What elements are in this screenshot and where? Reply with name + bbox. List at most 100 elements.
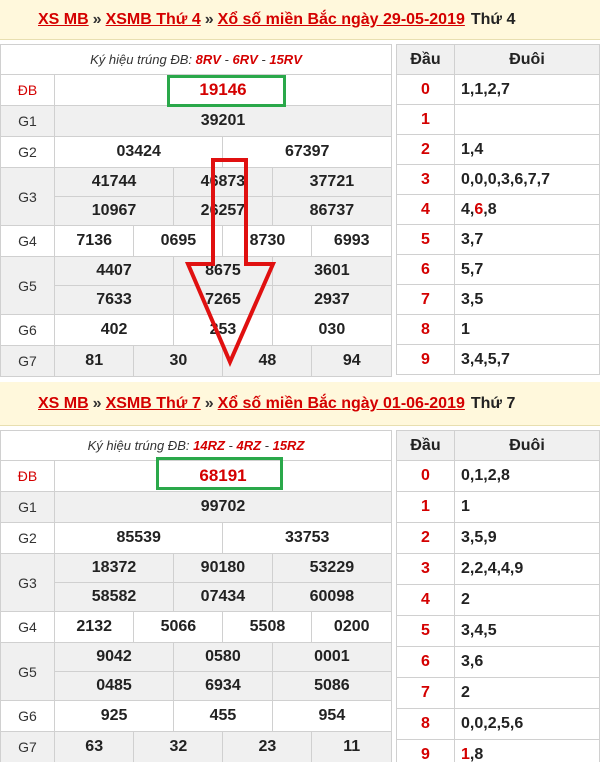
result-table: Ký hiệu trúng ĐB: 8RV - 6RV - 15RV ĐB 19… [0, 44, 393, 377]
xs-mb-link[interactable]: XS MB [38, 11, 89, 28]
draw-header: XS MB» XSMB Thứ 7» Xổ số miền Bắc ngày 01-… [0, 382, 600, 426]
prize-g4: 6993 [311, 225, 392, 257]
loto-tail: 0,1,2,8 [454, 460, 600, 492]
prize-g2: 03424 [53, 136, 224, 168]
prize-g5: 5086 [271, 671, 393, 701]
prize-label-g5: G5 [0, 642, 55, 701]
prize-label-g6: G6 [0, 314, 55, 346]
symbol-code: 6RV [232, 52, 258, 67]
prize-g3: 60098 [271, 582, 393, 612]
loto-head: 7 [396, 284, 455, 315]
prize-g3: 90180 [173, 553, 273, 583]
loto-head: 4 [396, 194, 455, 225]
prize-label-g1: G1 [0, 491, 55, 523]
loto-head-header: Đầu [396, 430, 455, 461]
breadcrumb-separator: » [204, 11, 214, 28]
xs-mb-link[interactable]: XS MB [38, 395, 89, 412]
prize-g6: 954 [271, 700, 393, 732]
prize-g3: 26257 [173, 196, 273, 226]
loto-table-2: Đầu Đuôi 0 0,1,2,8 11 2 3,5,9 3 2,2,4,4,9 4… [396, 430, 600, 762]
prize-g5: 2937 [271, 285, 393, 315]
loto-tail: 2 [454, 677, 600, 709]
draw-block-1: XS MB» XSMB Thứ 4» Xổ số miền Bắc ngày 29-… [0, 0, 600, 382]
loto-head: 2 [396, 522, 455, 554]
loto-tail: 2 [454, 584, 600, 616]
loto-tail: 4,6,8 [454, 194, 600, 225]
result-table-2: Ký hiệu trúng ĐB: 14RZ - 4RZ - 15RZ ĐB 6… [0, 430, 393, 762]
prize-g3: 18372 [53, 553, 175, 583]
symbol-label: Ký hiệu trúng ĐB: [87, 438, 190, 453]
loto-head: 9 [396, 344, 455, 375]
loto-head: 0 [396, 74, 455, 105]
xsmb-date-link[interactable]: Xổ số miền Bắc ngày 01-06-2019 [218, 395, 465, 412]
prize-label-g7: G7 [0, 345, 55, 377]
prize-label-g3: G3 [0, 167, 55, 226]
loto-tail-part: 4, [461, 200, 475, 218]
loto-tail: 1 [454, 314, 600, 345]
loto-tail: 0,0,2,5,6 [454, 708, 600, 740]
loto-tail-part: ,8 [483, 200, 497, 218]
prize-g7: 81 [53, 345, 135, 377]
breadcrumb-separator: » [92, 395, 102, 412]
symbol-separator: - [257, 52, 270, 67]
prize-g5: 7265 [173, 285, 273, 315]
special-prize: 68191 [54, 460, 392, 492]
xsmb-weekday-link[interactable]: XSMB Thứ 4 [106, 11, 201, 28]
symbol-code: 8RV [195, 52, 221, 67]
prize-g3: 07434 [173, 582, 273, 612]
prize-g4: 8730 [222, 225, 313, 257]
prize-g3: 10967 [53, 196, 175, 226]
xsmb-weekday-link[interactable]: XSMB Thứ 7 [106, 395, 201, 412]
loto-head: 0 [396, 460, 455, 492]
prize-label-g1: G1 [0, 105, 55, 137]
prize-g5: 4407 [53, 256, 175, 286]
prize-g4: 5066 [133, 611, 224, 643]
prize-g6: 253 [173, 314, 273, 346]
prize-g4: 0200 [311, 611, 392, 643]
loto-tail-part: ,8 [469, 746, 484, 762]
prize-g6: 030 [271, 314, 393, 346]
symbol-code: 14RZ [193, 438, 225, 453]
prize-g3: 41744 [53, 167, 175, 197]
loto-tail: 3,4,5,7 [454, 344, 600, 375]
prize-g5: 7633 [53, 285, 175, 315]
prize-g5: 8675 [173, 256, 273, 286]
prize-label-g6: G6 [0, 700, 55, 732]
prize-g5: 3601 [271, 256, 393, 286]
prize-label-g7: G7 [0, 731, 55, 762]
draw-header: XS MB» XSMB Thứ 4» Xổ số miền Bắc ngày 29-… [0, 0, 600, 40]
loto-tail: 3,5,9 [454, 522, 600, 554]
prize-g2: 85539 [53, 522, 224, 554]
breadcrumb-separator: » [92, 11, 102, 28]
loto-tail-header: Đuôi [454, 430, 600, 461]
loto-head: 6 [396, 646, 455, 678]
prize-label-g2: G2 [0, 522, 55, 554]
loto-tail: 3,5 [454, 284, 600, 315]
loto-head: 8 [396, 708, 455, 740]
prize-g1: 99702 [54, 491, 392, 523]
prize-g3: 46873 [173, 167, 273, 197]
loto-head: 9 [396, 739, 455, 762]
symbol-code: 4RZ [236, 438, 262, 453]
prize-label-g4: G4 [0, 225, 55, 257]
symbol-separator: - [224, 438, 237, 453]
loto-head: 1 [396, 491, 455, 523]
prize-g3: 58582 [53, 582, 175, 612]
loto-tail-highlight: 6 [474, 200, 484, 218]
prize-g3: 86737 [271, 196, 393, 226]
loto-tail: 3,4,5 [454, 615, 600, 647]
loto-tail: 1 [454, 491, 600, 523]
loto-tail: 1,1,2,7 [454, 74, 600, 105]
loto-tail [454, 104, 600, 135]
prize-g7: 94 [311, 345, 392, 377]
xsmb-date-link[interactable]: Xổ số miền Bắc ngày 29-05-2019 [218, 11, 465, 28]
prize-g6: 402 [53, 314, 175, 346]
symbol-code: 15RZ [272, 438, 305, 453]
prize-g2: 33753 [222, 522, 392, 554]
prize-label-g2: G2 [0, 136, 55, 168]
prize-g7: 11 [311, 731, 392, 762]
loto-head: 4 [396, 584, 455, 616]
loto-tail: 3,7 [454, 224, 600, 255]
loto-tail: 2,2,4,4,9 [454, 553, 600, 585]
prize-g5: 0485 [53, 671, 175, 701]
